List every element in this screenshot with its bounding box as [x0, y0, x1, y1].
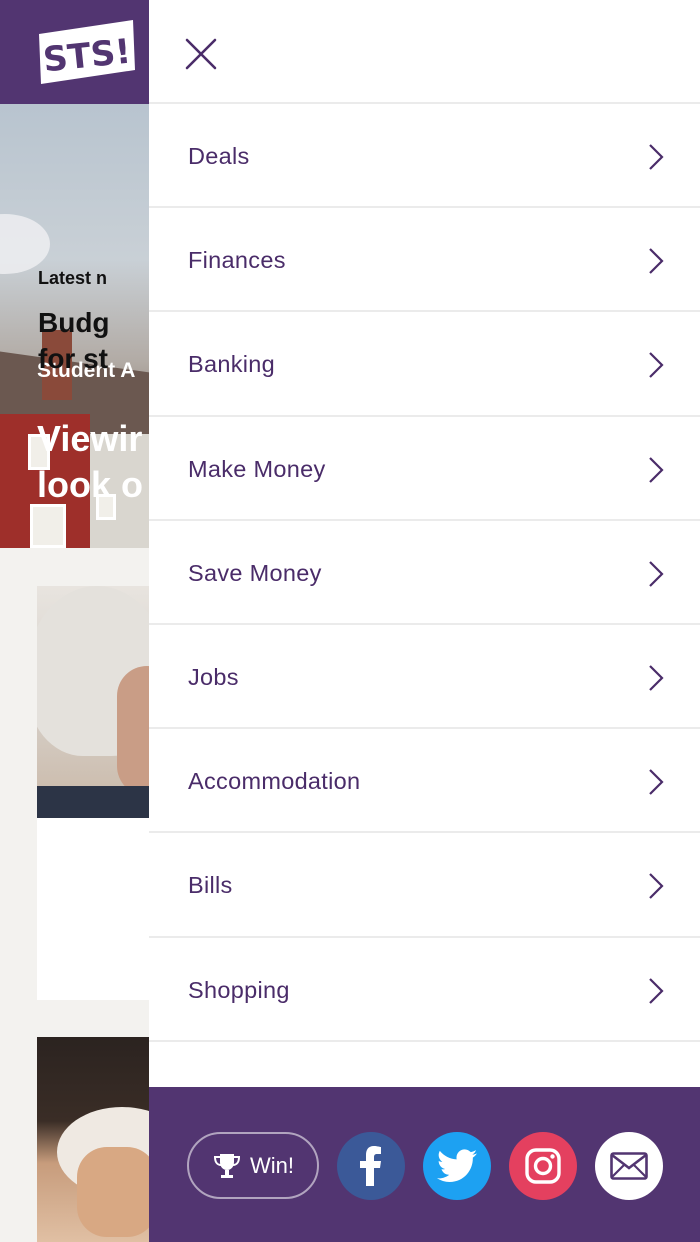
- menu-item-label: Finances: [188, 247, 286, 274]
- twitter-icon: [437, 1149, 477, 1182]
- nav-drawer: Deals Finances Banking Make Money Save M…: [149, 0, 700, 1242]
- menu-item-accommodation[interactable]: Accommodation: [149, 729, 700, 834]
- instagram-icon: [525, 1148, 561, 1184]
- menu-item-label: Accommodation: [188, 768, 361, 795]
- article-card[interactable]: [37, 1037, 150, 1242]
- menu-item-save-money[interactable]: Save Money: [149, 521, 700, 625]
- menu-item-label: Jobs: [188, 663, 239, 690]
- menu-item-shopping[interactable]: Shopping: [149, 938, 700, 1042]
- menu-item-finances[interactable]: Finances: [149, 208, 700, 313]
- chevron-right-icon: [649, 873, 664, 900]
- nav-menu: Deals Finances Banking Make Money Save M…: [149, 104, 700, 1042]
- email-button[interactable]: [595, 1132, 663, 1200]
- win-label: Win!: [250, 1152, 294, 1178]
- menu-item-label: Shopping: [188, 976, 290, 1003]
- site-logo[interactable]: STS!: [37, 20, 137, 84]
- article-image: [37, 586, 150, 818]
- menu-item-label: Deals: [188, 143, 250, 169]
- menu-item-banking[interactable]: Banking: [149, 312, 700, 417]
- instagram-button[interactable]: [509, 1132, 577, 1200]
- drawer-footer: Win!: [149, 1087, 700, 1242]
- hero-title: Viewir look o: [37, 418, 143, 505]
- chevron-right-icon: [649, 352, 664, 379]
- chevron-right-icon: [649, 977, 664, 1004]
- facebook-icon: [360, 1146, 381, 1186]
- trophy-icon: [213, 1153, 241, 1178]
- twitter-button[interactable]: [423, 1132, 491, 1200]
- chevron-right-icon: [649, 248, 664, 274]
- menu-item-bills[interactable]: Bills: [149, 833, 700, 938]
- email-icon: [610, 1152, 648, 1180]
- chevron-right-icon: [649, 456, 664, 483]
- close-button[interactable]: [177, 30, 225, 78]
- drawer-header: [149, 0, 700, 104]
- menu-item-label: Save Money: [188, 559, 322, 586]
- article-title: Budg for st: [38, 307, 110, 374]
- menu-item-make-money[interactable]: Make Money: [149, 417, 700, 521]
- close-icon: [185, 38, 217, 70]
- menu-item-deals[interactable]: Deals: [149, 104, 700, 209]
- logo-text: STS!: [41, 32, 132, 81]
- menu-item-label: Bills: [188, 872, 233, 899]
- chevron-right-icon: [649, 560, 664, 587]
- article-category: Latest n: [38, 268, 108, 288]
- menu-item-jobs[interactable]: Jobs: [149, 625, 700, 730]
- article-card[interactable]: [37, 586, 150, 1000]
- facebook-button[interactable]: [337, 1132, 405, 1200]
- win-button[interactable]: Win!: [187, 1132, 319, 1199]
- chevron-right-icon: [649, 144, 664, 170]
- chevron-right-icon: [649, 769, 664, 795]
- menu-item-label: Banking: [188, 351, 276, 378]
- chevron-right-icon: [649, 665, 664, 691]
- menu-item-label: Make Money: [188, 455, 326, 482]
